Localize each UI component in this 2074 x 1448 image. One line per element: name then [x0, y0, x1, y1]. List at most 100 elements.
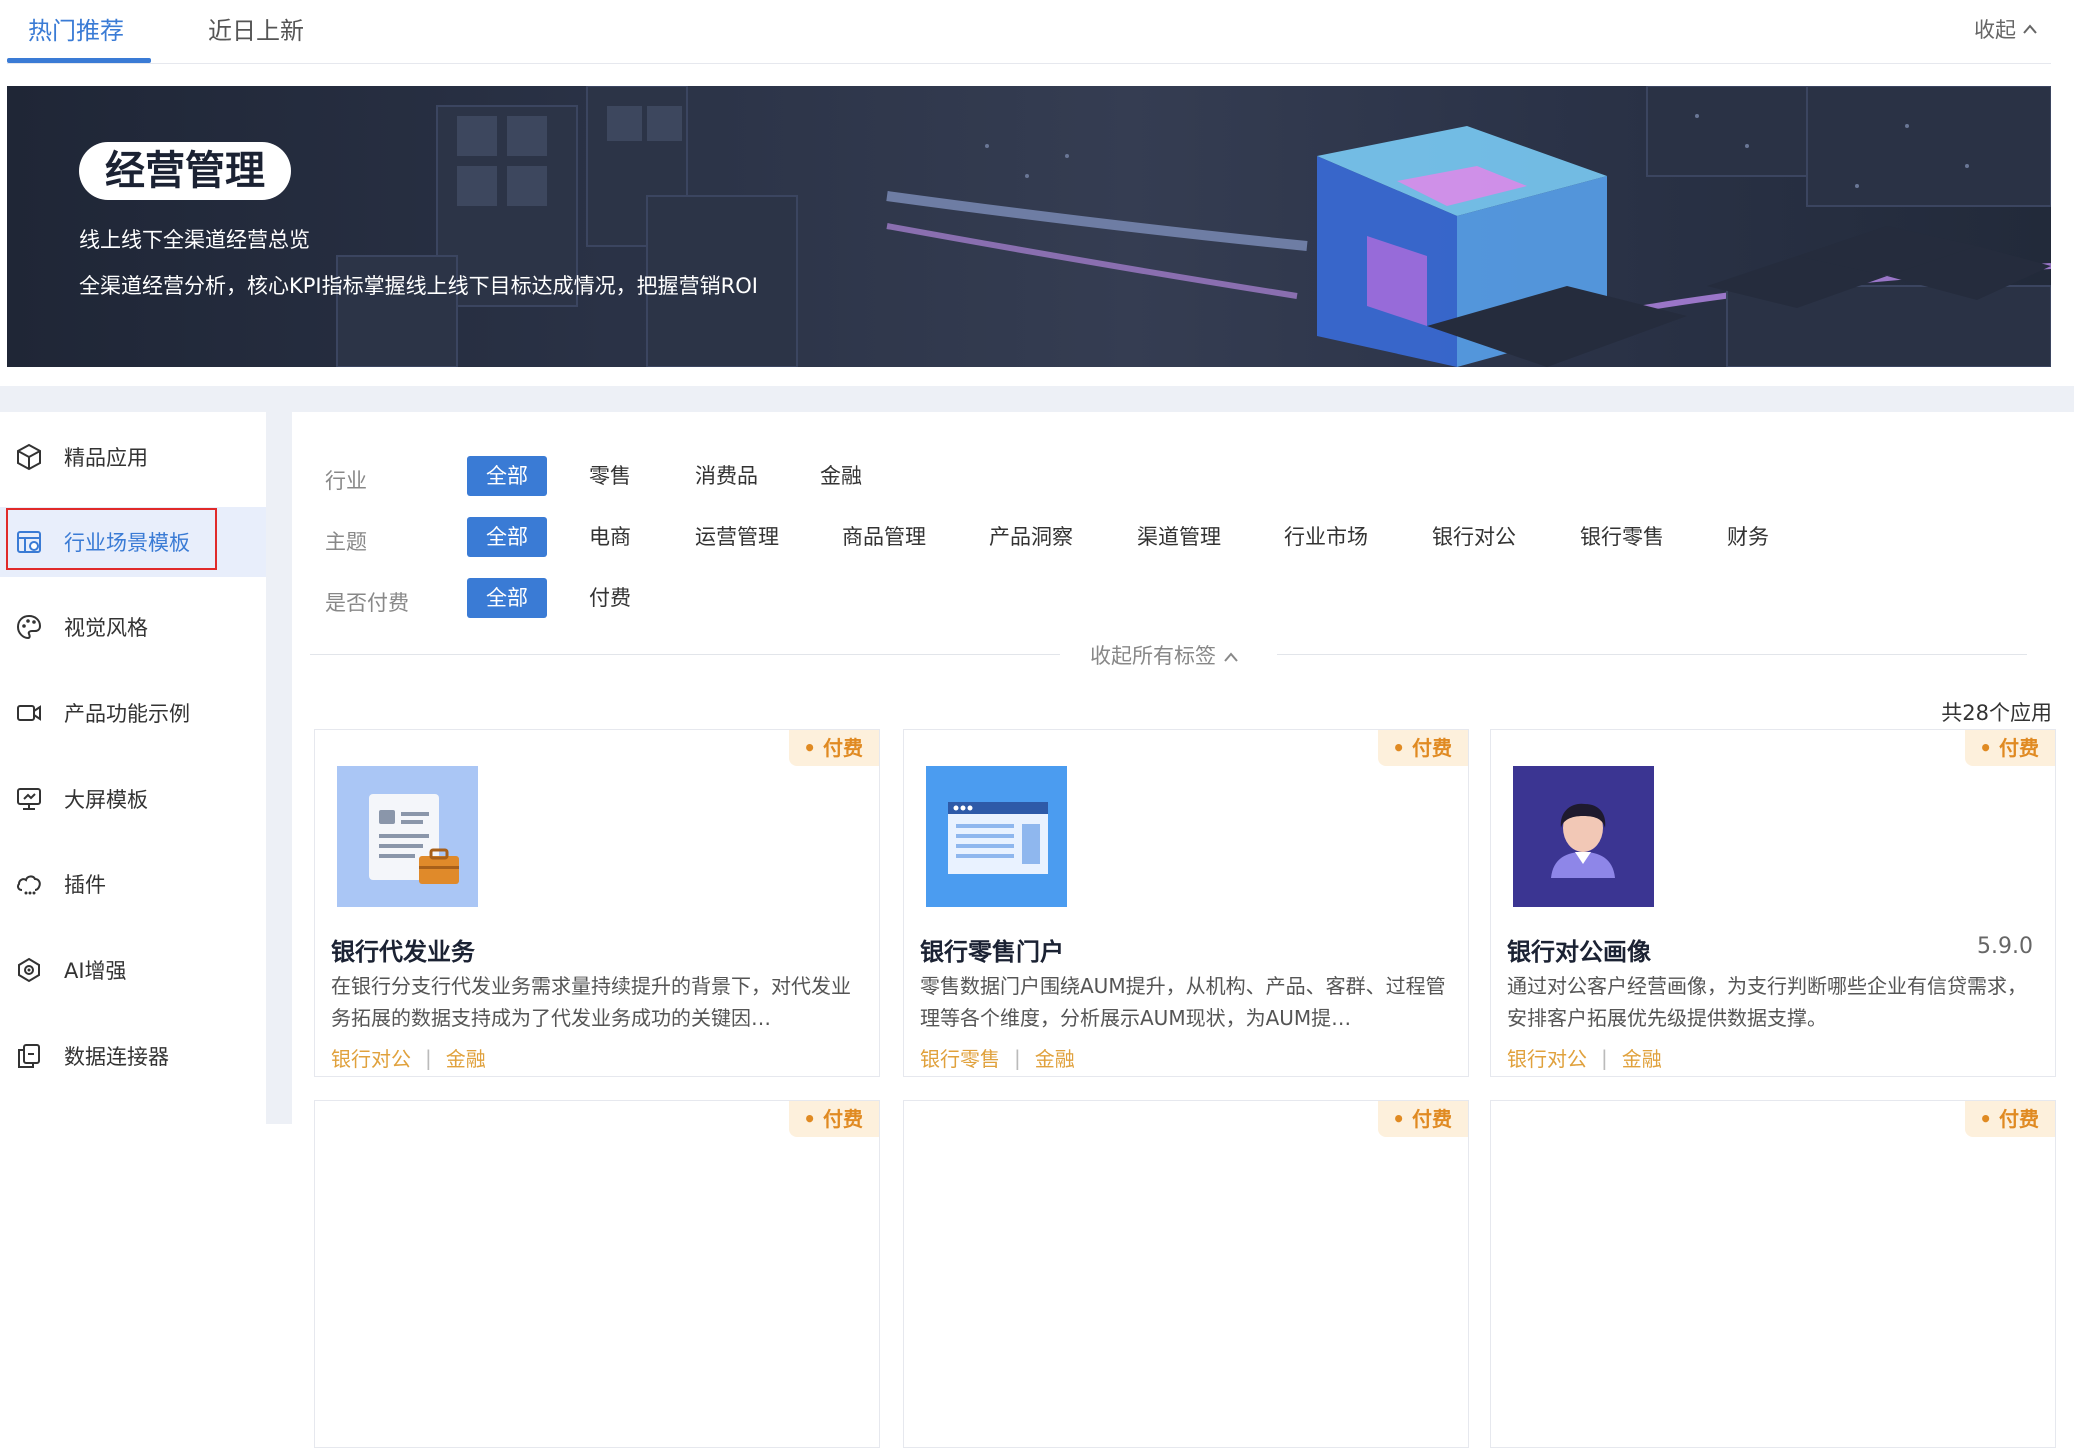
divider [310, 654, 1060, 655]
filter-label-paid: 是否付费 [325, 591, 409, 615]
theme-chip-finance[interactable]: 财务 [1727, 517, 1769, 557]
total-count: 共28个应用 [1941, 701, 2052, 725]
paid-badge-label: 付费 [823, 736, 863, 760]
tag-separator: | [1014, 1045, 1021, 1070]
palette-icon [14, 612, 44, 642]
theme-chip-bank-corporate[interactable]: 银行对公 [1432, 517, 1516, 557]
sidebar-item-label: 插件 [64, 873, 106, 897]
paid-badge: • 付费 [1965, 1101, 2055, 1137]
sidebar-item-label: AI增强 [64, 959, 127, 983]
paid-badge: • 付费 [1965, 730, 2055, 766]
browser-window-icon [926, 766, 1067, 907]
banner-title: 经营管理 [79, 142, 291, 200]
card-description: 通过对公客户经营画像，为支行判断哪些企业有信贷需求，安排客户拓展优先级提供数据支… [1507, 974, 2027, 1030]
sidebar-item-featured-apps[interactable]: 精品应用 [0, 422, 266, 492]
paid-badge: • 付费 [789, 730, 879, 766]
tag-separator: | [425, 1045, 432, 1070]
top-tab-bar: 热门推荐 近日上新 收起 [0, 0, 2074, 64]
theme-chip-industry-market[interactable]: 行业市场 [1284, 517, 1368, 557]
sidebar-item-feature-examples[interactable]: 产品功能示例 [0, 678, 266, 748]
highlight-box [6, 508, 217, 570]
theme-chip-bank-retail[interactable]: 银行零售 [1580, 517, 1664, 557]
card-tag[interactable]: 金融 [446, 1043, 486, 1072]
paid-badge-label: 付费 [1999, 736, 2039, 760]
paid-badge: • 付费 [1378, 1101, 1468, 1137]
industry-chip-retail[interactable]: 零售 [589, 456, 631, 496]
paid-chip-all[interactable]: 全部 [467, 578, 547, 618]
banner-3d-cubes-illustration [336, 86, 2051, 367]
filter-label-industry: 行业 [325, 469, 367, 493]
sidebar-item-label: 数据连接器 [64, 1045, 169, 1069]
version-label: 5.9.0 [1977, 934, 2033, 959]
paid-badge: • 付费 [1378, 730, 1468, 766]
card-tag[interactable]: 银行零售 [920, 1043, 1000, 1072]
sidebar-item-data-connector[interactable]: 数据连接器 [0, 1021, 266, 1091]
collapse-all-tags-button[interactable]: 收起所有标签 [1090, 640, 1239, 670]
industry-chip-all[interactable]: 全部 [467, 456, 547, 496]
industry-chip-finance[interactable]: 金融 [820, 456, 862, 496]
card-tag[interactable]: 银行对公 [1507, 1043, 1587, 1072]
paid-badge-label: 付费 [1412, 736, 1452, 760]
card-tag[interactable]: 金融 [1035, 1043, 1075, 1072]
theme-chip-product-insight[interactable]: 产品洞察 [989, 517, 1073, 557]
theme-chip-ecommerce[interactable]: 电商 [589, 517, 631, 557]
tab-divider [7, 63, 2051, 64]
person-avatar-icon [1513, 766, 1654, 907]
tab-new-arrivals[interactable]: 近日上新 [208, 12, 304, 50]
banner-subtitle: 线上线下全渠道经营总览 [79, 228, 310, 252]
cloud-plugin-icon [14, 869, 44, 899]
collapse-label: 收起 [1974, 18, 2016, 42]
theme-chip-operations[interactable]: 运营管理 [695, 517, 779, 557]
app-card[interactable]: • 付费 银行零售门户 零售数据门户围绕AUM提升，从机构、产品、客群、过程管理… [903, 729, 1469, 1077]
cube-icon [14, 442, 44, 472]
card-tag[interactable]: 金融 [1622, 1043, 1662, 1072]
card-title: 银行零售门户 [920, 938, 1064, 966]
sidebar-item-label: 产品功能示例 [64, 702, 190, 726]
sidebar-item-label: 视觉风格 [64, 616, 148, 640]
tag-separator: | [1601, 1045, 1608, 1070]
collapse-all-tags-label: 收起所有标签 [1090, 644, 1216, 668]
paid-chip-paid[interactable]: 付费 [589, 578, 631, 618]
theme-chip-channel[interactable]: 渠道管理 [1137, 517, 1221, 557]
app-card[interactable]: • 付费 银行对公画像 5.9.0 通过对公客户经营画像，为支行判断哪些企业有信… [1490, 729, 2056, 1077]
card-description: 零售数据门户围绕AUM提升，从机构、产品、客群、过程管理等各个维度，分析展示AU… [920, 974, 1446, 1030]
app-card[interactable]: • 付费 [1490, 1100, 2056, 1448]
paid-badge-label: 付费 [1412, 1107, 1452, 1131]
sidebar-divider [266, 412, 292, 1124]
document-briefcase-icon [337, 766, 478, 907]
app-card[interactable]: • 付费 [314, 1100, 880, 1448]
section-separator [0, 386, 2074, 412]
sidebar-item-plugins[interactable]: 插件 [0, 849, 266, 919]
tab-hot-recommend[interactable]: 热门推荐 [28, 12, 124, 50]
theme-chip-all[interactable]: 全部 [467, 517, 547, 557]
card-description: 在银行分支行代发业务需求量持续提升的背景下，对代发业务拓展的数据支持成为了代发业… [331, 974, 851, 1030]
filter-label-theme: 主题 [325, 530, 367, 554]
sidebar-item-ai-enhance[interactable]: AI增强 [0, 935, 266, 1005]
eye-icon [14, 955, 44, 985]
paid-badge-label: 付费 [1999, 1107, 2039, 1131]
sidebar-item-label: 精品应用 [64, 446, 148, 470]
sidebar-item-big-screen-templates[interactable]: 大屏模板 [0, 764, 266, 834]
divider [1277, 654, 2027, 655]
app-card[interactable]: • 付费 [903, 1100, 1469, 1448]
banner[interactable]: 经营管理 线上线下全渠道经营总览 全渠道经营分析，核心KPI指标掌握线上线下目标… [7, 86, 2051, 367]
theme-chip-merchandise[interactable]: 商品管理 [842, 517, 926, 557]
industry-chip-consumer-goods[interactable]: 消费品 [695, 456, 758, 496]
sidebar-item-visual-style[interactable]: 视觉风格 [0, 592, 266, 662]
connector-icon [14, 1041, 44, 1071]
card-title: 银行代发业务 [331, 938, 475, 966]
monitor-icon [14, 784, 44, 814]
video-icon [14, 698, 44, 728]
chevron-up-icon [1223, 652, 1238, 662]
main-content: 行业 全部 零售 消费品 金融 主题 全部 电商 运营管理 商品管理 产品洞察 … [292, 412, 2074, 1448]
card-tag[interactable]: 银行对公 [331, 1043, 411, 1072]
banner-description: 全渠道经营分析，核心KPI指标掌握线上线下目标达成情况，把握营销ROI [79, 274, 758, 298]
card-title: 银行对公画像 [1507, 938, 1651, 966]
collapse-button[interactable]: 收起 [1974, 14, 2038, 44]
app-card[interactable]: • 付费 银行代发业务 在银行分支行代发业务需求量持续提升的背景下，对代发业务拓… [314, 729, 880, 1077]
paid-badge-label: 付费 [823, 1107, 863, 1131]
card-tags: 银行对公 | 金融 [1507, 1043, 1662, 1072]
chevron-up-icon [2023, 24, 2037, 34]
card-tags: 银行对公 | 金融 [331, 1043, 486, 1072]
sidebar-item-label: 大屏模板 [64, 788, 148, 812]
